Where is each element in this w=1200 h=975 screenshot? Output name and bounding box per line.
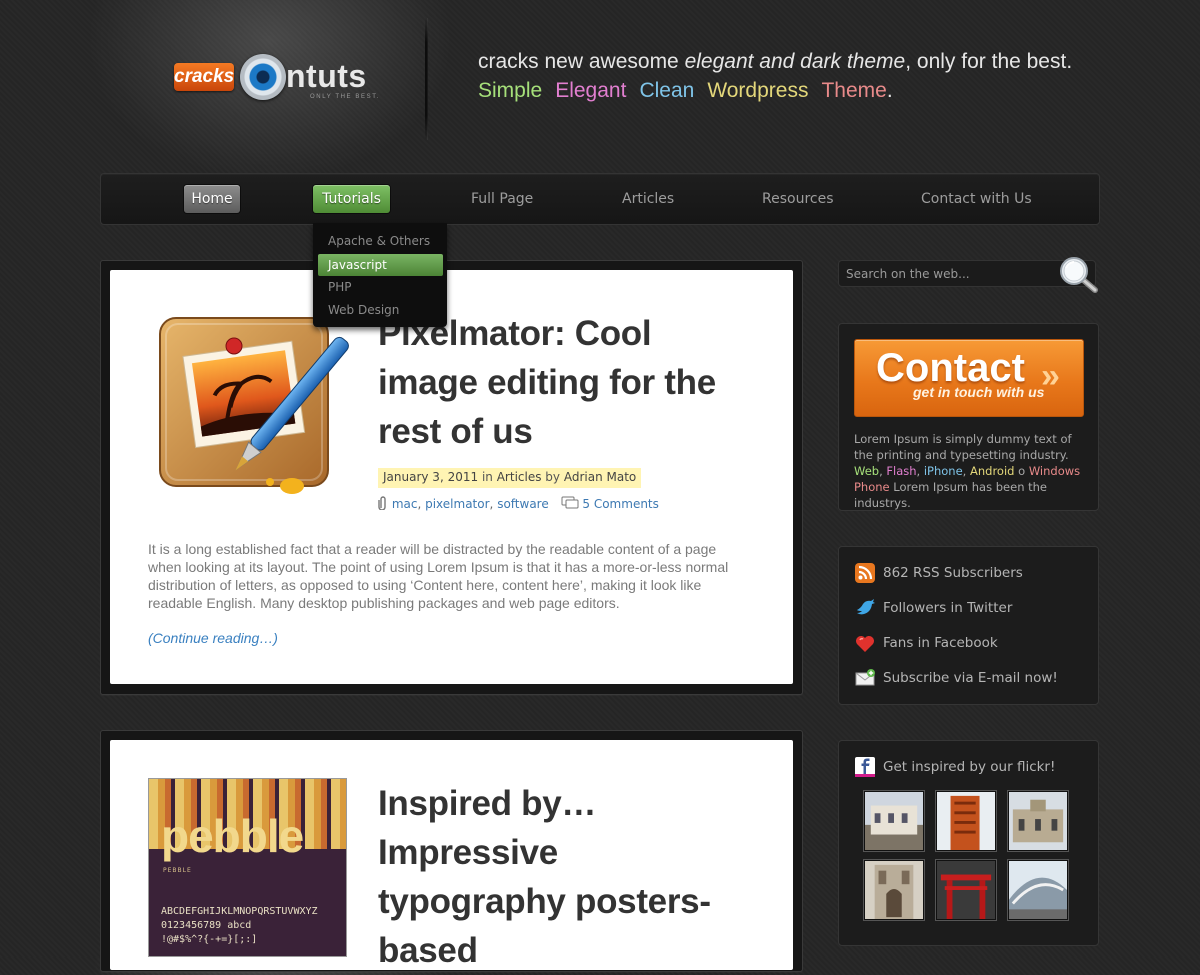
post-in-label: in: [481, 470, 493, 484]
logo-tagline: ONLY THE BEST.: [310, 94, 381, 100]
post-title-line[interactable]: Inspired by…: [378, 779, 711, 828]
rss-subscribers-link[interactable]: 862 RSS Subscribers: [883, 564, 1023, 582]
search-icon[interactable]: [1055, 254, 1099, 294]
platform-link-iphone[interactable]: iPhone: [924, 464, 963, 478]
poster-word: pebble: [161, 810, 304, 862]
flickr-thumb[interactable]: [864, 791, 924, 851]
twitter-bird-icon[interactable]: [854, 597, 876, 619]
nav-tutorials[interactable]: Tutorials: [313, 185, 390, 213]
flickr-thumb[interactable]: [1008, 860, 1068, 920]
post-title[interactable]: Inspired by… Impressive typography poste…: [378, 779, 711, 975]
contact-button-subtitle[interactable]: get in touch with us: [913, 384, 1044, 400]
nav-full-page[interactable]: Full Page: [471, 185, 533, 213]
logo-name[interactable]: ntuts: [286, 58, 367, 94]
post-category-link[interactable]: Articles: [497, 470, 542, 484]
platform-link-flash[interactable]: Flash: [886, 464, 916, 478]
dropdown-item-apache[interactable]: Apache & Others: [328, 230, 430, 252]
dropdown-item-php[interactable]: PHP: [328, 276, 352, 298]
platform-link-android[interactable]: Android: [970, 464, 1014, 478]
poster-caption: PEBBLE: [163, 867, 192, 874]
rss-icon[interactable]: [854, 562, 876, 584]
header-keyword-period: .: [886, 79, 893, 102]
search-input[interactable]: [846, 264, 1046, 284]
poster-symbols: !@#$%^?{-+=}[;:]: [161, 934, 258, 945]
contact-description: Lorem Ipsum is simply dummy text of the …: [854, 432, 1081, 510]
nav-contact[interactable]: Contact with Us: [921, 185, 1032, 213]
flickr-thumb[interactable]: [936, 791, 996, 851]
platform-link-web[interactable]: Web: [854, 464, 879, 478]
tag-link[interactable]: pixelmator: [425, 497, 489, 511]
nav-articles[interactable]: Articles: [622, 185, 674, 213]
post-excerpt: It is a long established fact that a rea…: [148, 541, 729, 611]
header-keywords: Simple Elegant Clean Wordpress Theme.: [478, 78, 906, 104]
header-keyword: Clean: [639, 79, 695, 102]
post-date: January 3, 2011: [383, 470, 479, 484]
continue-reading-link[interactable]: (Continue reading…): [148, 630, 278, 646]
tagline-end: , only for the best.: [905, 50, 1073, 73]
post-author-link[interactable]: Adrian Mato: [564, 470, 636, 484]
header-keyword: Wordpress: [707, 79, 809, 102]
dropdown-item-javascript[interactable]: Javascript: [318, 254, 443, 276]
comments-icon: [561, 496, 579, 509]
post-meta: January 3, 2011 in Articles by Adrian Ma…: [378, 468, 642, 488]
flickr-thumb[interactable]: [864, 860, 924, 920]
twitter-followers-link[interactable]: Followers in Twitter: [883, 599, 1012, 617]
pixelmator-app-icon[interactable]: [152, 308, 357, 508]
tagline-start: cracks new awesome: [478, 50, 685, 73]
poster-alphabet: ABCDEFGHIJKLMNOPQRSTUVWXYZ: [161, 906, 318, 917]
facebook-fans-link[interactable]: Fans in Facebook: [883, 634, 998, 652]
tagline-emphasis: elegant and dark theme: [684, 50, 906, 73]
mail-icon[interactable]: [854, 667, 876, 689]
header-tagline: cracks new awesome elegant and dark them…: [478, 49, 1072, 75]
header-keyword: Elegant: [555, 79, 627, 102]
header-divider: [425, 18, 428, 140]
poster-digits: 0123456789 abcd: [161, 920, 252, 931]
header-keyword: Theme: [821, 79, 887, 102]
logo-eye-icon: [240, 54, 286, 100]
nav-resources[interactable]: Resources: [762, 185, 834, 213]
logo-badge[interactable]: cracks: [174, 63, 234, 91]
header-keyword: Simple: [478, 79, 543, 102]
post-title-line[interactable]: based: [378, 926, 711, 975]
dropdown-item-web-design[interactable]: Web Design: [328, 299, 399, 321]
post-title-line[interactable]: rest of us: [378, 407, 716, 456]
comments-link[interactable]: 5 Comments: [582, 497, 659, 511]
flickr-thumb[interactable]: [936, 860, 996, 920]
flickr-heading: Get inspired by our flickr!: [883, 759, 1056, 775]
nav-home[interactable]: Home: [184, 185, 240, 213]
post-title[interactable]: Pixelmator: Cool image editing for the r…: [378, 309, 716, 456]
contact-arrow-icon[interactable]: »: [1041, 356, 1060, 396]
heart-icon[interactable]: [854, 632, 876, 654]
post-tags: mac, pixelmator, software 5 Comments: [378, 496, 659, 512]
post-by-label: by: [545, 470, 561, 484]
post-title-line[interactable]: Impressive: [378, 828, 711, 877]
contact-text-1: Lorem Ipsum is simply dummy text of the …: [854, 432, 1072, 462]
paperclip-icon: [378, 496, 386, 511]
tag-link[interactable]: mac: [392, 497, 418, 511]
tag-link[interactable]: software: [497, 497, 549, 511]
post-title-line[interactable]: typography posters-: [378, 877, 711, 926]
post-title-line[interactable]: image editing for the: [378, 358, 716, 407]
facebook-icon: [855, 757, 875, 777]
flickr-thumb[interactable]: [1008, 791, 1068, 851]
email-subscribe-link[interactable]: Subscribe via E-mail now!: [883, 669, 1058, 687]
pebble-poster-image[interactable]: pebble PEBBLE ABCDEFGHIJKLMNOPQRSTUVWXYZ…: [148, 778, 347, 957]
